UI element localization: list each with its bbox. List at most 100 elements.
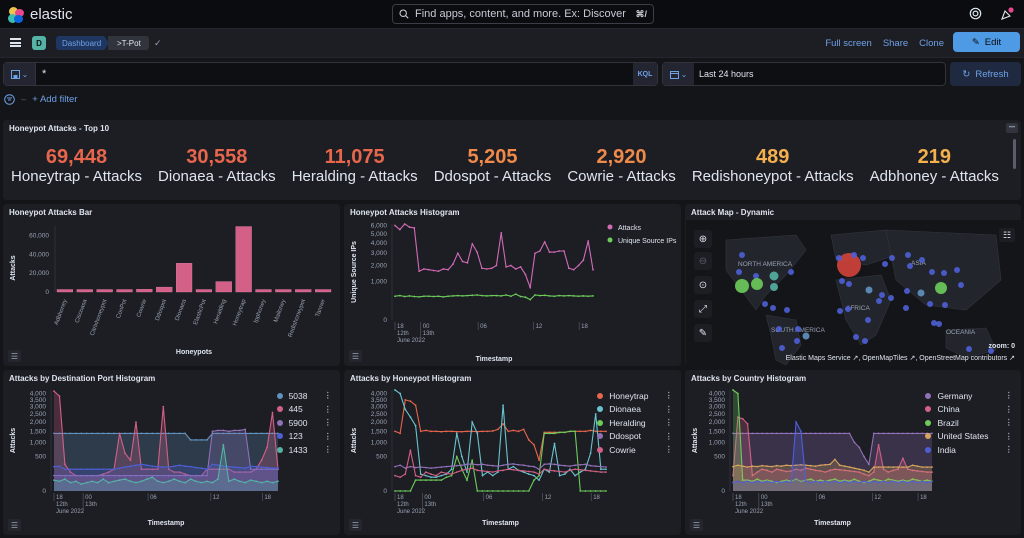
y-tick-label: 2,500 [709, 411, 726, 418]
data-point [461, 464, 463, 467]
panel-attacks-bar: Honeypot Attacks Bar 0 20,000 40,000 60,000… [3, 204, 340, 366]
data-point [424, 466, 427, 469]
legend-options-icon[interactable]: ⋮ [314, 444, 333, 455]
legend-options-icon[interactable]: ⋮ [655, 431, 674, 442]
space-avatar[interactable]: D [32, 36, 46, 50]
legend-options-icon[interactable]: ⋮ [314, 404, 333, 415]
legend-toggle-icon[interactable]: ☰ [690, 519, 703, 531]
x-tick-label: 13th [424, 502, 436, 508]
data-point [394, 295, 396, 298]
elastic-logo[interactable]: elastic [8, 6, 73, 23]
layers-toggle-icon[interactable]: ☷ [999, 228, 1015, 242]
legend-item[interactable]: Cowrie ⋮ [597, 443, 673, 457]
data-point [838, 464, 841, 467]
data-point [419, 466, 422, 469]
legend-item[interactable]: Dionaea ⋮ [597, 403, 673, 417]
legend-item[interactable]: 1433 ⋮ [276, 443, 333, 457]
locate-icon[interactable]: ⊙ [694, 276, 712, 294]
legend-item[interactable]: United States ⋮ [925, 430, 1013, 444]
legend-options-icon[interactable]: ⋮ [314, 390, 333, 401]
legend-toggle-icon[interactable]: ☰ [8, 519, 21, 531]
data-point [790, 481, 793, 484]
data-point [584, 463, 587, 466]
legend-item[interactable]: Heralding ⋮ [597, 416, 673, 430]
data-point [838, 481, 841, 484]
legend-item[interactable]: Ddospot ⋮ [597, 430, 673, 444]
legend-label: 123 [288, 431, 303, 442]
legend-options-icon[interactable]: ⋮ [995, 404, 1014, 415]
legend-toggle-icon[interactable]: ☰ [349, 519, 362, 531]
data-point [124, 452, 126, 455]
legend-item[interactable]: China ⋮ [925, 403, 1013, 417]
legend-item[interactable]: 123 ⋮ [276, 430, 333, 444]
data-point [500, 295, 503, 297]
data-point [766, 432, 768, 435]
share-link[interactable]: Share [883, 38, 908, 49]
legend-options-icon[interactable]: ⋮ [995, 390, 1014, 401]
kql-toggle[interactable]: KQL [633, 63, 657, 85]
data-point [432, 269, 435, 272]
legend-options-icon[interactable]: ⋮ [314, 431, 333, 442]
measure-icon[interactable]: ⤢ [694, 300, 712, 318]
add-filter-link[interactable]: + Add filter [32, 94, 77, 105]
legend-item[interactable]: 445 ⋮ [276, 403, 333, 417]
data-point [770, 465, 773, 468]
data-point [858, 481, 861, 484]
x-tick-label: 12 [545, 495, 552, 501]
legend-options-icon[interactable]: ⋮ [314, 417, 333, 428]
legend-options-icon[interactable]: ⋮ [995, 444, 1014, 455]
menu-icon[interactable] [10, 38, 21, 47]
panel-options-icon[interactable]: ••• [1006, 123, 1018, 133]
data-point [599, 490, 602, 492]
time-picker[interactable]: ⌄ Last 24 hours [662, 62, 946, 86]
zoom-out-icon[interactable]: ⊖ [694, 252, 712, 270]
legend-dot-icon [925, 419, 932, 426]
attack-map[interactable]: NORTH AMERICA SOUTH AMERICA AFRICA ASIA … [686, 220, 1023, 368]
legend-item[interactable]: India ⋮ [925, 443, 1013, 457]
series-line-dionaea [394, 389, 606, 481]
x-tick-label: 06 [486, 495, 493, 501]
separator: – [21, 93, 27, 105]
legend-options-icon[interactable]: ⋮ [655, 404, 674, 415]
y-tick-label: 2,000 [371, 262, 388, 269]
legend-options-icon[interactable]: ⋮ [655, 390, 674, 401]
y-tick-label: 60,000 [29, 232, 49, 239]
legend-item[interactable]: 5038 ⋮ [276, 389, 333, 403]
filter-options-icon[interactable] [4, 93, 15, 105]
help-icon[interactable] [969, 7, 982, 20]
saved-query-button[interactable]: ⌄ [4, 63, 36, 85]
map-attribution[interactable]: Elastic Maps Service ↗, OpenMapTiles ↗, … [786, 354, 1015, 362]
query-input[interactable]: ⌄ * KQL [3, 62, 658, 86]
quick-menu-button[interactable]: ⌄ [663, 63, 694, 85]
legend-options-icon[interactable]: ⋮ [995, 431, 1014, 442]
full-screen-link[interactable]: Full screen [825, 38, 871, 49]
data-point [522, 490, 525, 492]
zoom-in-icon[interactable]: ⊕ [694, 230, 712, 248]
data-point [548, 432, 551, 435]
legend-options-icon[interactable]: ⋮ [655, 444, 674, 455]
breadcrumb-dashboard[interactable]: Dashboard [56, 36, 109, 50]
refresh-button[interactable]: ↻ Refresh [950, 62, 1021, 86]
edit-button[interactable]: ✎ Edit [953, 32, 1020, 52]
legend-options-icon[interactable]: ⋮ [995, 417, 1014, 428]
newsfeed-icon[interactable] [1000, 7, 1014, 21]
global-search-input[interactable]: Find apps, content, and more. Ex: Discov… [392, 4, 654, 24]
legend-item[interactable]: Brazil ⋮ [925, 416, 1013, 430]
legend-options-icon[interactable]: ⋮ [655, 417, 674, 428]
scrollbar[interactable] [1013, 139, 1016, 169]
data-point [538, 459, 540, 462]
legend-item[interactable]: Honeytrap ⋮ [597, 389, 673, 403]
data-point [118, 432, 121, 435]
legend-item[interactable]: 5900 ⋮ [276, 416, 333, 430]
legend-item[interactable]: Germany ⋮ [925, 389, 1013, 403]
legend-toggle-icon[interactable]: ☰ [349, 350, 362, 362]
data-point [432, 295, 435, 298]
clone-link[interactable]: Clone [919, 38, 944, 49]
bar-mailoney [275, 289, 292, 293]
data-point [829, 463, 831, 466]
x-tick-label: 18 [735, 495, 742, 501]
data-point [437, 270, 440, 273]
legend-toggle-icon[interactable]: ☰ [8, 350, 21, 362]
tools-icon[interactable]: ✎ [694, 324, 712, 342]
y-tick-label: 1,500 [371, 428, 388, 435]
